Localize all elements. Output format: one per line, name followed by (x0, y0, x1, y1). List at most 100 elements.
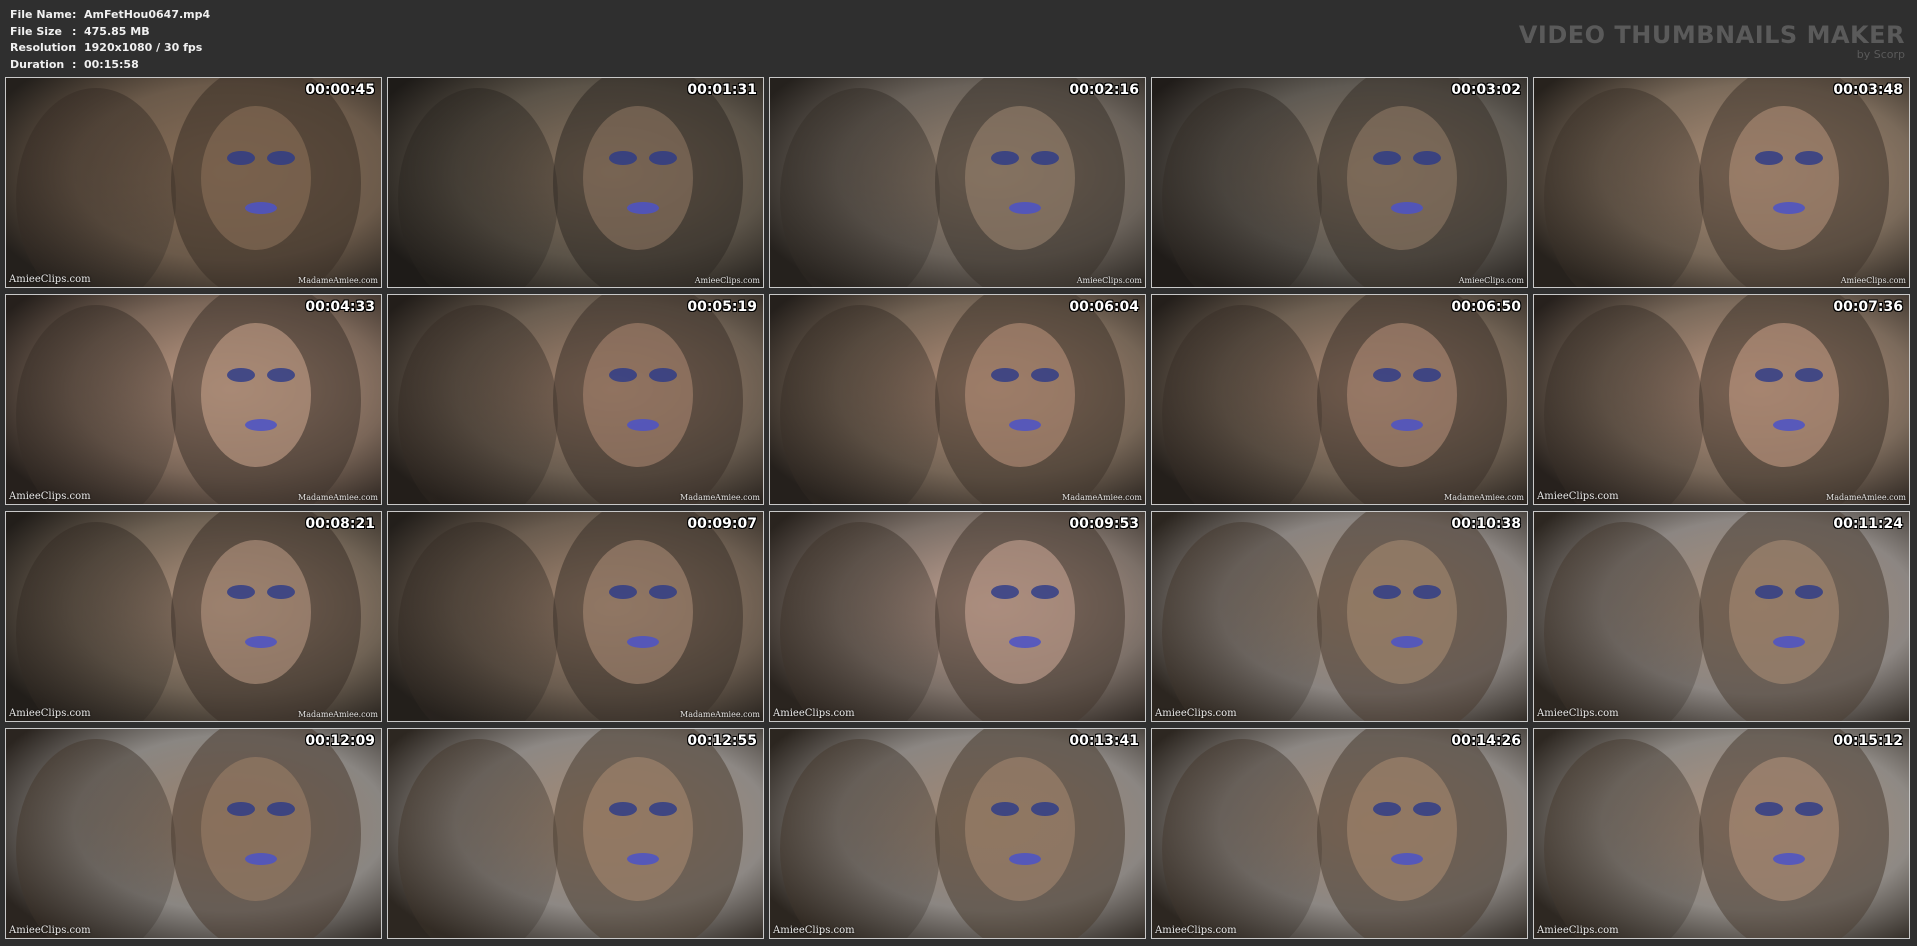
thumbnail-frame[interactable]: 00:12:09 AmieeClips.com (5, 728, 382, 939)
watermark-left: AmieeClips.com (1537, 708, 1619, 719)
watermark-right: AmieeClips.com (694, 276, 760, 285)
watermark-right: MadameAmiee.com (1062, 493, 1142, 502)
duration-separator: : (72, 57, 77, 71)
brand-logo: VIDEO THUMBNAILS MAKER by Scorp (1519, 22, 1905, 61)
thumbnail-timestamp: 00:14:26 (1451, 733, 1521, 749)
watermark-right: MadameAmiee.com (680, 493, 760, 502)
duration-label: Duration (10, 57, 65, 71)
thumbnail-frame[interactable]: 00:13:41 AmieeClips.com (769, 728, 1146, 939)
thumbnail-frame[interactable]: 00:10:38 AmieeClips.com (1151, 511, 1528, 722)
resolution-value: 1920x1080 / 30 fps (84, 41, 203, 54)
thumbnail-frame[interactable]: 00:12:55 (387, 728, 764, 939)
thumbnail-image (388, 78, 763, 287)
thumbnail-timestamp: 00:07:36 (1833, 299, 1903, 315)
thumbnail-image (1152, 512, 1527, 721)
thumbnail-frame[interactable]: 00:15:12 AmieeClips.com (1533, 728, 1910, 939)
thumbnail-timestamp: 00:15:12 (1833, 733, 1903, 749)
watermark-right: MadameAmiee.com (298, 276, 378, 285)
thumbnail-image (6, 78, 381, 287)
thumbnail-timestamp: 00:05:19 (687, 299, 757, 315)
thumbnail-image (770, 729, 1145, 938)
watermark-right: MadameAmiee.com (298, 710, 378, 719)
brand-title: VIDEO THUMBNAILS MAKER (1518, 21, 1905, 49)
thumbnail-image (770, 512, 1145, 721)
file-size-row: File Size : 475.85 MB (10, 24, 210, 41)
thumbnail-timestamp: 00:11:24 (1833, 516, 1903, 532)
thumbnail-image (1534, 295, 1909, 504)
file-name-row: File Name : AmFetHou0647.mp4 (10, 7, 210, 24)
thumbnail-timestamp: 00:04:33 (305, 299, 375, 315)
file-size-separator: : (72, 24, 77, 38)
thumbnail-image (770, 78, 1145, 287)
thumbnail-timestamp: 00:06:04 (1069, 299, 1139, 315)
thumbnail-image (6, 512, 381, 721)
watermark-left: AmieeClips.com (1537, 491, 1619, 502)
thumbnail-frame[interactable]: 00:06:04 MadameAmiee.com (769, 294, 1146, 505)
thumbnail-timestamp: 00:08:21 (305, 516, 375, 532)
thumbnail-frame[interactable]: 00:06:50 MadameAmiee.com (1151, 294, 1528, 505)
resolution-separator: : (72, 41, 77, 54)
thumbnail-image (1534, 729, 1909, 938)
thumbnail-image (6, 295, 381, 504)
thumbnail-timestamp: 00:01:31 (687, 82, 757, 98)
thumbnail-frame[interactable]: 00:05:19 MadameAmiee.com (387, 294, 764, 505)
file-info-panel: File Name : AmFetHou0647.mp4 File Size :… (10, 7, 210, 73)
watermark-left: AmieeClips.com (1537, 925, 1619, 936)
watermark-left: AmieeClips.com (773, 925, 855, 936)
watermark-left: AmieeClips.com (9, 491, 91, 502)
thumbnail-timestamp: 00:12:09 (305, 733, 375, 749)
thumbnail-frame[interactable]: 00:09:53 AmieeClips.com (769, 511, 1146, 722)
watermark-right: AmieeClips.com (1458, 276, 1524, 285)
watermark-left: AmieeClips.com (1155, 925, 1237, 936)
watermark-right: MadameAmiee.com (680, 710, 760, 719)
thumbnail-frame[interactable]: 00:04:33 AmieeClips.com MadameAmiee.com (5, 294, 382, 505)
thumbnail-frame[interactable]: 00:09:07 MadameAmiee.com (387, 511, 764, 722)
file-size-value: 475.85 MB (84, 24, 150, 38)
thumbnail-frame[interactable]: 00:14:26 AmieeClips.com (1151, 728, 1528, 939)
thumbnail-frame[interactable]: 00:08:21 AmieeClips.com MadameAmiee.com (5, 511, 382, 722)
thumbnail-frame[interactable]: 00:02:16 AmieeClips.com (769, 77, 1146, 288)
watermark-left: AmieeClips.com (9, 274, 91, 285)
watermark-right: MadameAmiee.com (1444, 493, 1524, 502)
watermark-left: AmieeClips.com (9, 925, 91, 936)
thumbnail-image (1152, 729, 1527, 938)
thumbnail-timestamp: 00:06:50 (1451, 299, 1521, 315)
thumbnail-timestamp: 00:02:16 (1069, 82, 1139, 98)
thumbnail-image (1534, 512, 1909, 721)
thumbnail-timestamp: 00:09:07 (687, 516, 757, 532)
thumbnail-frame[interactable]: 00:03:48 AmieeClips.com (1533, 77, 1910, 288)
thumbnail-frame[interactable]: 00:11:24 AmieeClips.com (1533, 511, 1910, 722)
thumbnail-image (6, 729, 381, 938)
watermark-right: AmieeClips.com (1076, 276, 1142, 285)
thumbnail-timestamp: 00:03:48 (1833, 82, 1903, 98)
thumbnail-image (388, 729, 763, 938)
duration-row: Duration : 00:15:58 (10, 57, 210, 74)
thumbnail-timestamp: 00:00:45 (305, 82, 375, 98)
resolution-row: Resolution : 1920x1080 / 30 fps (10, 40, 210, 57)
file-name-label: File Name (10, 8, 72, 21)
thumbnail-frame[interactable]: 00:03:02 AmieeClips.com (1151, 77, 1528, 288)
thumbnail-timestamp: 00:09:53 (1069, 516, 1139, 532)
thumbnail-timestamp: 00:03:02 (1451, 82, 1521, 98)
watermark-right: MadameAmiee.com (298, 493, 378, 502)
watermark-left: AmieeClips.com (1155, 708, 1237, 719)
thumbnail-image (388, 295, 763, 504)
resolution-label: Resolution (10, 41, 77, 54)
thumbnail-image (1534, 78, 1909, 287)
thumbnail-timestamp: 00:13:41 (1069, 733, 1139, 749)
thumbnail-image (770, 295, 1145, 504)
thumbnail-grid: 00:00:45 AmieeClips.com MadameAmiee.com 00:… (5, 77, 1913, 939)
watermark-right: MadameAmiee.com (1826, 493, 1906, 502)
thumbnail-frame[interactable]: 00:07:36 AmieeClips.com MadameAmiee.com (1533, 294, 1910, 505)
duration-value: 00:15:58 (84, 57, 139, 71)
thumbnail-timestamp: 00:10:38 (1451, 516, 1521, 532)
watermark-left: AmieeClips.com (9, 708, 91, 719)
watermark-left: AmieeClips.com (773, 708, 855, 719)
watermark-right: AmieeClips.com (1840, 276, 1906, 285)
thumbnail-image (1152, 295, 1527, 504)
thumbnail-image (388, 512, 763, 721)
file-size-label: File Size (10, 24, 62, 38)
thumbnail-frame[interactable]: 00:00:45 AmieeClips.com MadameAmiee.com (5, 77, 382, 288)
brand-subtitle: by Scorp (1856, 48, 1905, 61)
thumbnail-frame[interactable]: 00:01:31 AmieeClips.com (387, 77, 764, 288)
